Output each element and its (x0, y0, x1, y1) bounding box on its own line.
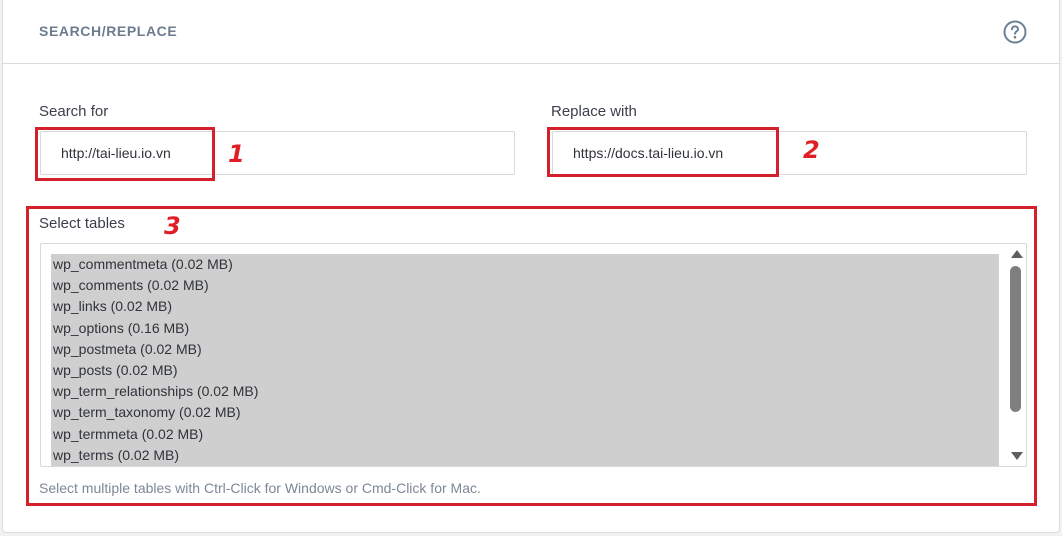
table-option[interactable]: wp_commentmeta (0.02 MB) (51, 254, 999, 275)
tables-multiselect[interactable]: wp_commentmeta (0.02 MB) wp_comments (0.0… (40, 243, 1027, 467)
panel-title: SEARCH/REPLACE (39, 23, 178, 39)
table-option[interactable]: wp_termmeta (0.02 MB) (51, 424, 999, 445)
table-option[interactable]: wp_postmeta (0.02 MB) (51, 339, 999, 360)
replace-with-label: Replace with (551, 103, 637, 120)
question-circle-icon[interactable] (1003, 20, 1027, 44)
panel-header: SEARCH/REPLACE (3, 0, 1059, 64)
table-option[interactable]: wp_links (0.02 MB) (51, 296, 999, 317)
search-replace-panel: SEARCH/REPLACE Search for Replace with S… (2, 0, 1060, 533)
table-option[interactable]: wp_comments (0.02 MB) (51, 275, 999, 296)
scroll-thumb[interactable] (1010, 266, 1021, 412)
annotation-number-3: 3 (164, 212, 181, 240)
table-option[interactable]: wp_options (0.16 MB) (51, 318, 999, 339)
multi-select-hint: Select multiple tables with Ctrl-Click f… (39, 480, 481, 496)
table-option[interactable]: wp_posts (0.02 MB) (51, 360, 999, 381)
scrollbar[interactable] (1006, 244, 1026, 466)
table-options: wp_commentmeta (0.02 MB) wp_comments (0.0… (51, 254, 999, 466)
scroll-down-arrow-icon[interactable] (1011, 452, 1023, 460)
annotation-number-1: 1 (228, 140, 245, 168)
table-option[interactable]: wp_terms (0.02 MB) (51, 445, 999, 466)
replace-input[interactable] (552, 131, 1027, 175)
table-option[interactable]: wp_term_relationships (0.02 MB) (51, 381, 999, 402)
scroll-up-arrow-icon[interactable] (1011, 250, 1023, 258)
annotation-number-2: 2 (803, 136, 820, 164)
select-tables-label: Select tables (39, 215, 125, 232)
table-option[interactable]: wp_term_taxonomy (0.02 MB) (51, 402, 999, 423)
search-input[interactable] (40, 131, 515, 175)
search-for-label: Search for (39, 103, 109, 120)
